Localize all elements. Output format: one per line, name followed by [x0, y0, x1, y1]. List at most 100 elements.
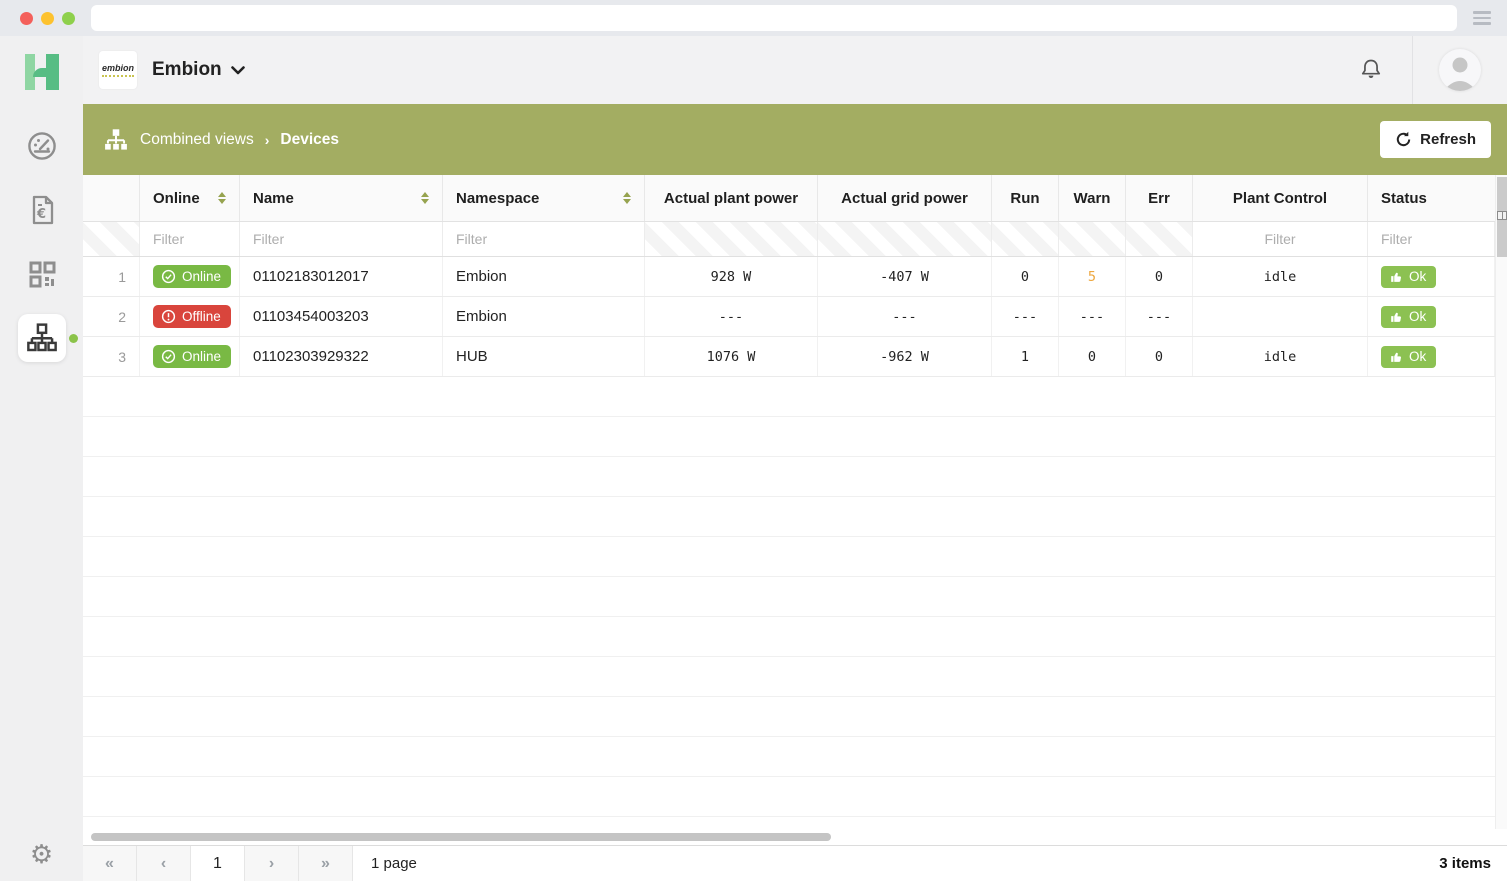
- sidebar-item-devices[interactable]: [18, 314, 66, 362]
- filter-disabled: [992, 222, 1059, 256]
- sidebar-item-settings[interactable]: ⚙: [30, 841, 53, 867]
- empty-row: [83, 657, 1495, 697]
- grid-power-cell: -407 W: [818, 257, 992, 296]
- breadcrumb-bar: Combined views › Devices Refresh: [83, 104, 1507, 175]
- sidebar-item-dashboard[interactable]: [18, 122, 66, 170]
- check-circle-icon: [161, 349, 176, 364]
- org-name: Embion: [152, 59, 222, 81]
- namespace-cell: Embion: [443, 257, 645, 296]
- gear-icon: ⚙: [30, 839, 53, 869]
- logo-shape: [33, 68, 51, 77]
- header-online[interactable]: Online: [140, 175, 240, 221]
- filter-plant-control-input[interactable]: [1206, 231, 1354, 247]
- thumbs-up-icon: [1389, 310, 1403, 324]
- sort-icon[interactable]: [210, 192, 226, 204]
- previous-page-button[interactable]: ‹: [137, 846, 191, 881]
- plant-power-cell: 928 W: [645, 257, 818, 296]
- filter-disabled: [818, 222, 992, 256]
- empty-row: [83, 497, 1495, 537]
- invoice-icon: €: [26, 193, 58, 227]
- table-row[interactable]: 2 Offline 01103454003203 Embion --- ---: [83, 297, 1495, 337]
- minimize-window-button[interactable]: [41, 12, 54, 25]
- row-number: 1: [83, 257, 140, 296]
- online-cell: Online: [140, 337, 240, 376]
- app-logo[interactable]: [22, 52, 62, 92]
- online-cell: Offline: [140, 297, 240, 336]
- top-header: embion Embion: [83, 36, 1507, 104]
- table-row[interactable]: 1 Online 01102183012017 Embion 928 W -40…: [83, 257, 1495, 297]
- browser-menu-icon[interactable]: [1471, 7, 1493, 29]
- name-cell: 01103454003203: [240, 297, 443, 336]
- header-name[interactable]: Name: [240, 175, 443, 221]
- org-switcher[interactable]: Embion: [152, 59, 245, 81]
- vertical-scrollbar[interactable]: [1495, 175, 1507, 829]
- chevron-down-icon: [231, 66, 245, 75]
- run-cell: 1: [992, 337, 1059, 376]
- user-menu-button[interactable]: [1413, 36, 1507, 104]
- header-actual-plant-power: Actual plant power: [645, 175, 818, 221]
- status-cell: Ok: [1368, 257, 1495, 296]
- filter-status-input[interactable]: [1381, 231, 1481, 247]
- empty-row: [83, 817, 1495, 829]
- table-row[interactable]: 3 Online 01102303929322 HUB 1076 W -962 …: [83, 337, 1495, 377]
- filter-namespace-input[interactable]: [456, 231, 631, 247]
- filter-name-input[interactable]: [253, 231, 429, 247]
- sort-icon[interactable]: [615, 192, 631, 204]
- gauge-icon: [25, 129, 59, 163]
- empty-row: [83, 457, 1495, 497]
- filter-plant-control: [1193, 222, 1368, 256]
- warn-cell: 0: [1059, 337, 1126, 376]
- horizontal-scrollbar[interactable]: [83, 829, 1507, 845]
- sidebar-item-modules[interactable]: [18, 250, 66, 298]
- status-cell: Ok: [1368, 337, 1495, 376]
- breadcrumb-combined-views[interactable]: Combined views: [140, 131, 254, 149]
- grid-power-cell: -962 W: [818, 337, 992, 376]
- filter-namespace: [443, 222, 645, 256]
- row-number: 2: [83, 297, 140, 336]
- online-cell: Online: [140, 257, 240, 296]
- sidebar-item-billing[interactable]: €: [18, 186, 66, 234]
- err-cell: ---: [1126, 297, 1193, 336]
- empty-row: [83, 377, 1495, 417]
- first-page-button[interactable]: «: [83, 846, 137, 881]
- maximize-window-button[interactable]: [62, 12, 75, 25]
- filter-disabled: [83, 222, 140, 256]
- alert-circle-icon: [161, 309, 176, 324]
- org-logo: embion: [99, 51, 137, 89]
- err-cell: 0: [1126, 337, 1193, 376]
- status-cell: Ok: [1368, 297, 1495, 336]
- address-bar[interactable]: [91, 5, 1457, 31]
- browser-chrome: [0, 0, 1507, 36]
- filter-name: [240, 222, 443, 256]
- last-page-button[interactable]: »: [299, 846, 353, 881]
- grid-header-row: Online Name Namespace Actual plant power…: [83, 175, 1495, 222]
- header-actual-grid-power: Actual grid power: [818, 175, 992, 221]
- sort-icon[interactable]: [413, 192, 429, 204]
- name-cell: 01102183012017: [240, 257, 443, 296]
- warn-cell: ---: [1059, 297, 1126, 336]
- horizontal-scrollbar-thumb[interactable]: [91, 833, 831, 841]
- header-status: Status: [1368, 175, 1495, 221]
- notifications-button[interactable]: [1330, 36, 1412, 104]
- status-ok-badge: Ok: [1381, 266, 1436, 288]
- header-plant-control: Plant Control: [1193, 175, 1368, 221]
- refresh-button[interactable]: Refresh: [1380, 121, 1491, 158]
- plant-control-cell: idle: [1193, 337, 1368, 376]
- filter-online-input[interactable]: [153, 231, 226, 247]
- filter-status: [1368, 222, 1495, 256]
- org-logo-text: embion: [102, 63, 134, 77]
- check-circle-icon: [161, 269, 176, 284]
- current-page-button[interactable]: 1: [191, 846, 245, 881]
- online-badge: Online: [153, 345, 231, 368]
- next-page-button[interactable]: ›: [245, 846, 299, 881]
- offline-badge: Offline: [153, 305, 231, 328]
- close-window-button[interactable]: [20, 12, 33, 25]
- status-ok-badge: Ok: [1381, 306, 1436, 328]
- warn-cell: 5: [1059, 257, 1126, 296]
- sidebar: €: [0, 36, 83, 881]
- empty-row: [83, 697, 1495, 737]
- header-namespace[interactable]: Namespace: [443, 175, 645, 221]
- thumbs-up-icon: [1389, 350, 1403, 364]
- header-err: Err: [1126, 175, 1193, 221]
- empty-row: [83, 537, 1495, 577]
